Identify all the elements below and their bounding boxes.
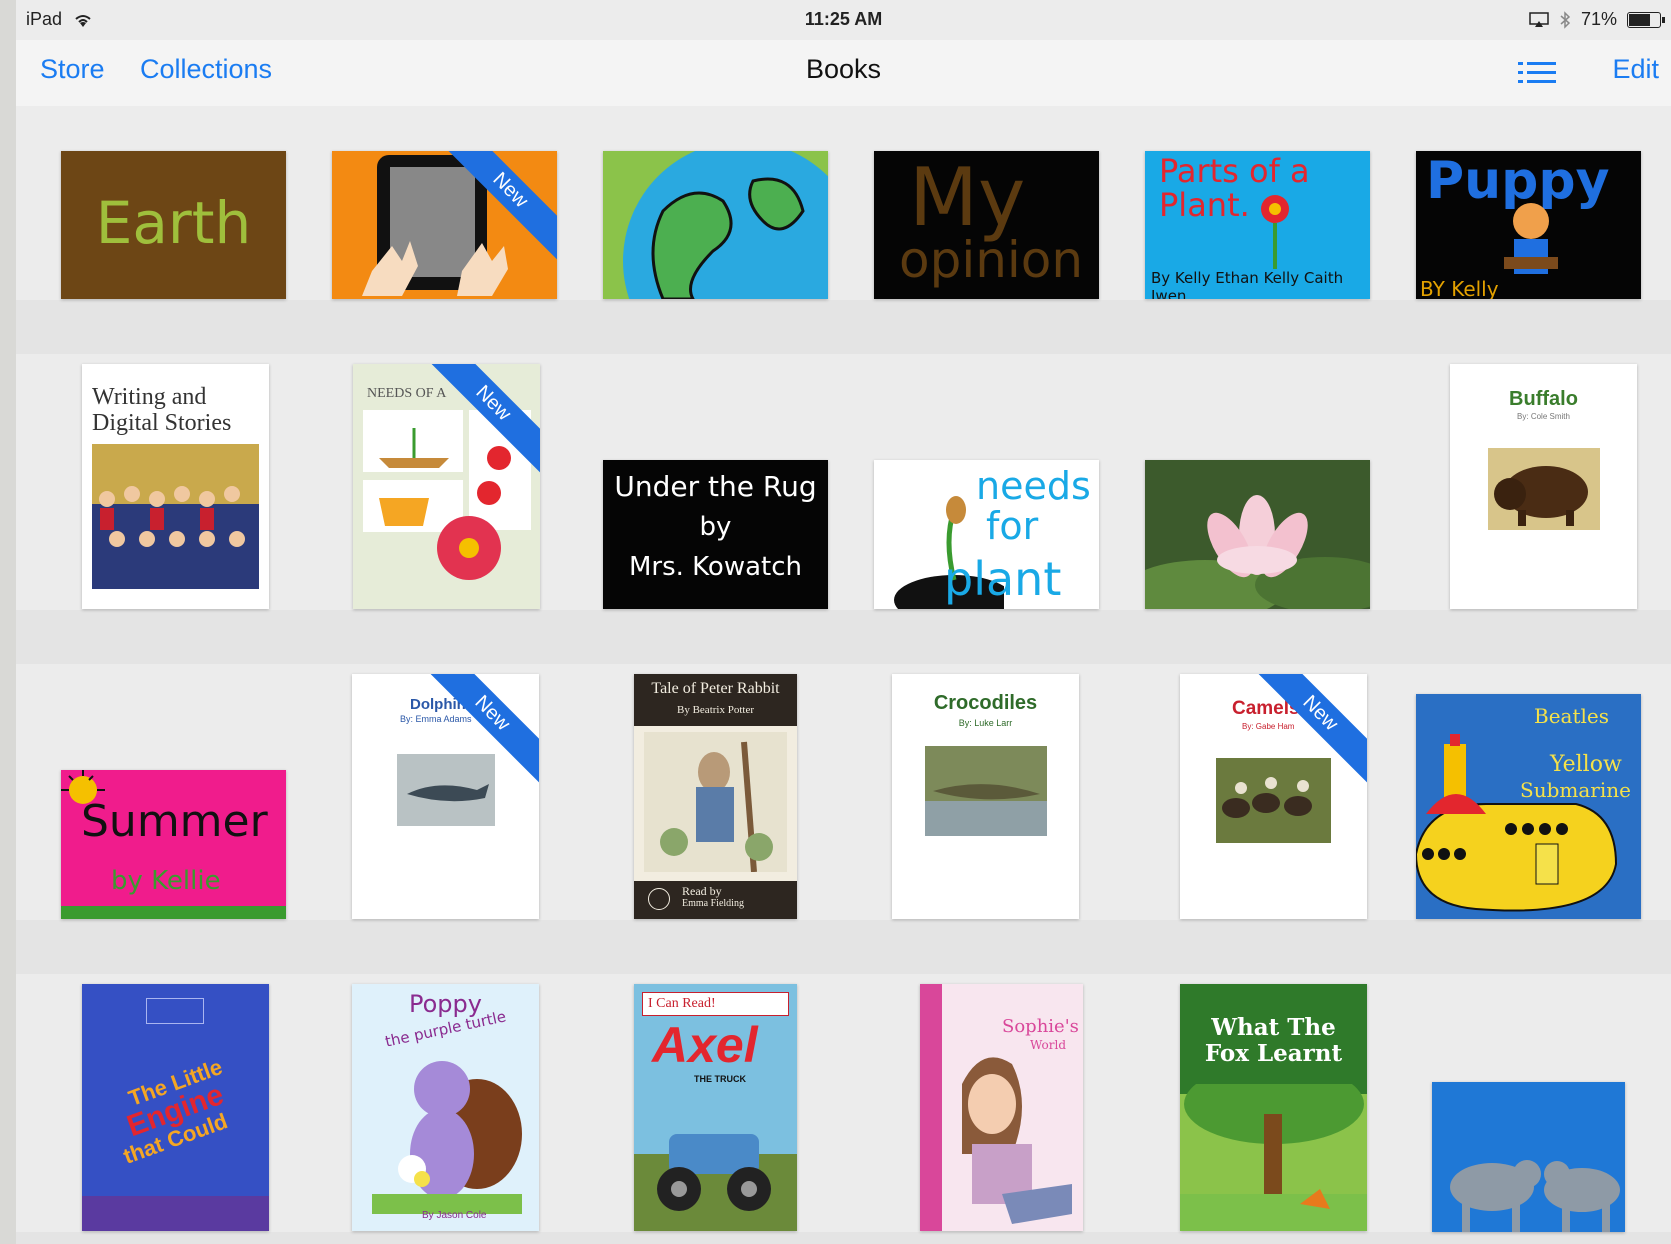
book-dolphins[interactable]: Dolphins By: Emma Adams New [352,674,539,919]
book-writing-digital-stories[interactable]: Writing and Digital Stories [82,364,269,609]
book-needs-of[interactable]: NEEDS OF A New [353,364,540,609]
book-camels[interactable]: Camels By: Gabe Ham New [1180,674,1367,919]
plant-needs-illustration [363,410,531,580]
book-title: Summer [81,796,268,847]
status-right: 71% [1529,9,1665,30]
speaker-icon [648,888,670,910]
book-peter-rabbit[interactable]: Tale of Peter Rabbit By Beatrix Potter R… [634,674,797,919]
book-subtitle: opinion [899,231,1084,289]
list-view-icon[interactable] [1518,60,1556,86]
book-buffalo[interactable]: Buffalo By: Cole Smith [1450,364,1637,609]
globe-illustration [623,151,828,299]
book-tablet-hands[interactable]: New [332,151,557,299]
book-line3: plant [944,552,1062,606]
book-hippos[interactable] [1432,1082,1625,1232]
status-bar: iPad 11:25 AM 71% [16,0,1671,40]
book-lotus[interactable] [1145,460,1370,609]
book-title: Buffalo [1509,388,1578,410]
shelf-4 [16,1232,1671,1244]
class-photo [92,444,259,589]
edit-button[interactable]: Edit [1612,54,1659,85]
book-title-line2: Fox Learnt [1204,1040,1343,1067]
book-line1: needs [976,464,1091,508]
turtle-illustration [372,1061,522,1214]
book-byline: By: Cole Smith [1517,412,1570,421]
book-byline: By Kelly Ethan Kelly Caith Iwen [1151,269,1344,299]
book-parts-of-plant[interactable]: Parts of a Plant. By Kelly Ethan Kelly C… [1145,151,1370,299]
book-title: Camels [1232,698,1300,719]
book-title: Axel [652,1017,758,1073]
buffalo-photo [1488,448,1600,530]
flower-icon [1261,195,1289,269]
book-needs-for-plant[interactable]: needs for plant [874,460,1099,609]
grass [61,906,286,919]
book-axel[interactable]: I Can Read! Axel THE TRUCK [634,984,797,1231]
status-time: 11:25 AM [804,9,883,29]
book-line2: by [699,512,732,542]
truck-illustration [634,1134,797,1231]
book-what-the-fox-learnt[interactable]: What The Fox Learnt [1180,984,1367,1231]
publisher-logo [146,998,204,1024]
book-title: Tale of Peter Rabbit [651,680,780,697]
book-earth[interactable]: Earth [61,151,286,299]
battery-percent: 71% [1580,9,1617,29]
book-line3: Mrs. Kowatch [628,552,803,582]
submarine-illustration [1416,734,1618,912]
camels-photo [1216,758,1331,843]
book-my-opinion[interactable]: My opinion [874,151,1099,299]
shelf-3 [16,920,1671,974]
book-byline: By Jason Cole [422,1210,487,1221]
book-under-the-rug[interactable]: Under the Rug by Mrs. Kowatch [603,460,828,609]
book-title: Sophie's [1002,1016,1079,1037]
book-byline: By: Luke Larr [958,718,1013,728]
book-globe[interactable] [603,151,828,299]
book-puppy[interactable]: Puppy BY Kelly [1416,151,1641,299]
crocodile-photo [925,746,1047,836]
book-title-line2: Digital Stories [92,410,232,436]
hippos-illustration [1450,1160,1620,1232]
book-line2: for [986,504,1039,548]
sophie-illustration [962,1057,1072,1224]
book-title: Earth [95,189,252,257]
puppy-illustration [1504,203,1558,274]
book-author: By Beatrix Potter [677,704,754,716]
book-title-line1: Writing and [92,384,207,410]
book-summer[interactable]: Summer by Kellie [61,770,286,919]
battery-icon [1627,11,1665,28]
airplay-icon [1529,11,1549,27]
book-sophie[interactable]: Sophie's World [920,984,1083,1231]
book-little-engine[interactable]: The Little Engine that Could [82,984,269,1231]
book-title: NEEDS OF A [367,386,447,401]
tablet-hands-illustration [362,155,508,296]
book-title: Dolphins [410,696,475,713]
book-title: Crocodiles [933,692,1038,714]
cover-spine [920,984,942,1231]
book-subtitle: THE TRUCK [694,1074,746,1084]
narrator-line2: Emma Fielding [682,898,744,909]
shelf-2 [16,610,1671,664]
battery-level [1629,13,1650,26]
book-line1: Under the Rug [614,470,817,503]
book-byline: By: Gabe Ham [1242,722,1295,731]
book-crocodiles[interactable]: Crocodiles By: Luke Larr [892,674,1079,919]
narrator-line1: Read by [682,884,722,898]
page-title: Books [805,54,882,84]
bluetooth-icon [1560,10,1571,29]
peter-rabbit-illustration [644,732,787,872]
book-byline: By: Emma Adams [400,714,472,724]
book-poppy[interactable]: Poppy the purple turtle By Jason Cole [352,984,539,1231]
book-title1: Beatles [1534,704,1609,728]
dolphin-photo [397,754,495,826]
book-series: I Can Read! [648,996,716,1011]
fox-illustration [1180,1084,1367,1231]
train-strip [82,1196,269,1231]
book-byline: by Kellie [111,866,221,896]
nav-bar: Store Collections Books Edit [16,40,1671,106]
shelf-1 [16,300,1671,354]
book-byline: BY Kelly [1420,277,1499,299]
lotus-photo [1145,460,1370,609]
book-title-line1: What The [1211,1014,1336,1041]
book-yellow-submarine[interactable]: Beatles Yellow Submarine [1416,694,1641,919]
ipad-screen: iPad 11:25 AM 71% Store Collections Book… [16,0,1671,1244]
